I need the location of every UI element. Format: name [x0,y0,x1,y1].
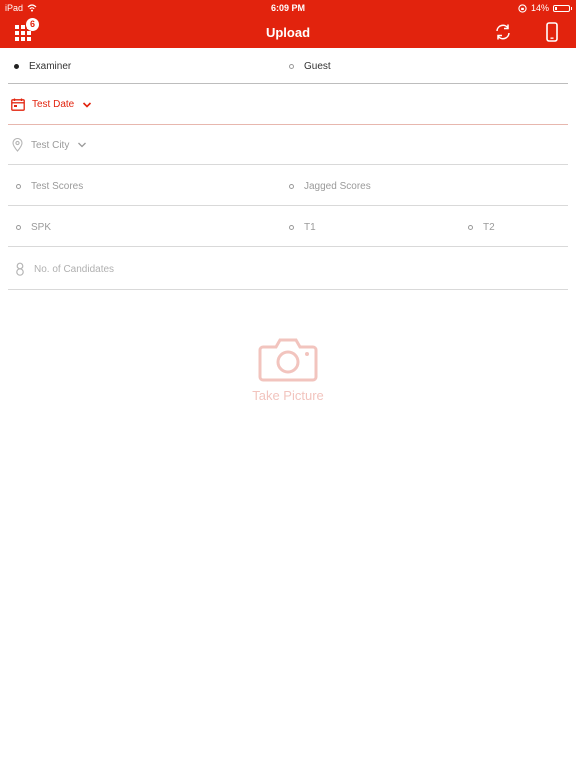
calendar-icon [11,98,25,111]
jagged-scores-label: Jagged Scores [304,180,371,192]
role-row: Examiner Guest [8,48,568,84]
scores-row: Test Scores Jagged Scores [8,166,568,206]
test-date-dropdown[interactable]: Test Date [11,84,92,125]
test-city-row[interactable]: Test City [8,125,568,165]
test-date-row[interactable]: Test Date [8,84,568,125]
radio-unselected-icon [468,224,473,230]
option-jagged-scores[interactable]: Jagged Scores [289,166,371,206]
battery-icon [553,4,572,12]
candidates-placeholder: No. of Candidates [34,263,115,275]
take-picture-label[interactable]: Take Picture [0,388,576,403]
page-title: Upload [265,25,311,40]
radio-unselected-icon [289,183,294,189]
chevron-down-icon [78,142,87,148]
sync-button[interactable] [494,23,512,41]
role-option-examiner[interactable]: Examiner [14,48,71,84]
status-time: 6:09 PM [270,3,305,13]
candidates-field[interactable]: No. of Candidates [15,248,114,290]
radio-unselected-icon [289,224,294,230]
option-test-scores[interactable]: Test Scores [16,166,83,206]
role-label-guest: Guest [304,60,331,72]
sync-icon [496,24,510,40]
header-bar: iPad 6:09 PM 14% 6 Upload [0,0,576,48]
chevron-down-icon [83,101,92,108]
candidates-row[interactable]: No. of Candidates [8,248,568,290]
phone-icon [546,22,558,42]
option-spk[interactable]: SPK [16,207,51,247]
option-t2[interactable]: T2 [468,207,495,247]
radio-selected-icon [14,63,19,69]
number-eight-icon [16,262,24,276]
radio-unselected-icon [16,183,21,189]
location-pin-icon [12,138,23,152]
test-city-dropdown[interactable]: Test City [12,125,87,165]
role-option-guest[interactable]: Guest [289,48,331,84]
role-label-examiner: Examiner [29,60,72,72]
status-right: 14% [518,3,572,13]
device-button[interactable] [544,22,560,42]
section-row: SPK T1 T2 [8,207,568,247]
radio-unselected-icon [16,224,21,230]
camera-icon[interactable] [258,336,318,382]
spk-label: SPK [31,221,52,233]
test-scores-label: Test Scores [31,180,84,192]
t1-label: T1 [304,221,316,233]
test-city-label: Test City [31,139,70,151]
radio-unselected-icon [289,63,294,69]
option-t1[interactable]: T1 [289,207,316,247]
t2-label: T2 [483,221,495,233]
battery-percent: 14% [530,3,549,13]
test-date-label: Test Date [32,99,75,110]
orientation-lock-icon [518,3,527,13]
